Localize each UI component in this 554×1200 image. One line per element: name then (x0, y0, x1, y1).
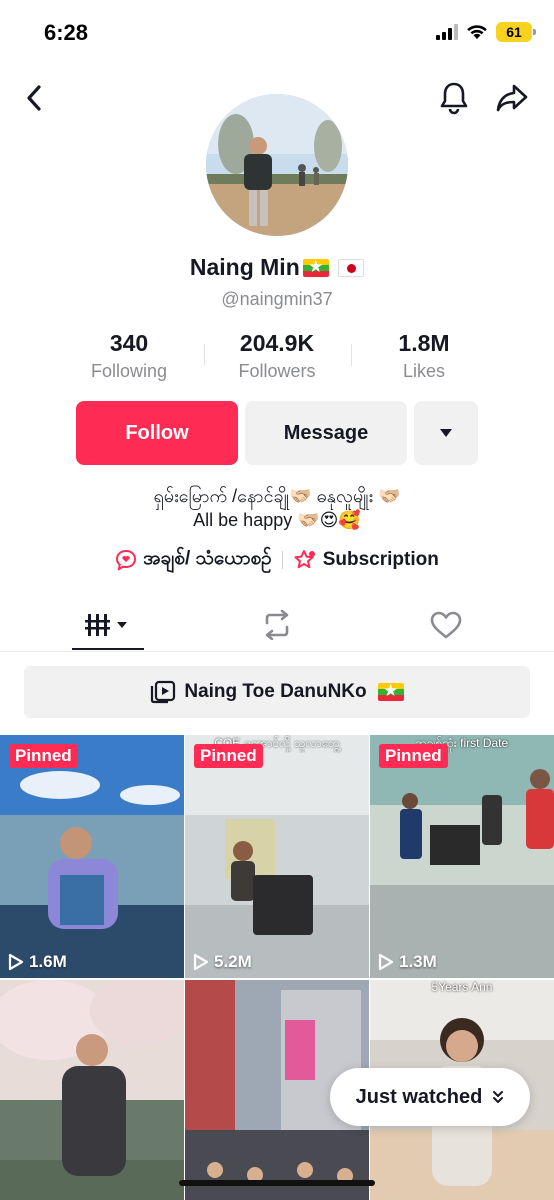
profile-name-row: Naing Min (0, 254, 554, 281)
bio-line: ရှမ်းမြောက် /နောင်ချို🫱🏻‍🫲🏼 ဓနုလူမျိုး 🫱… (153, 486, 401, 506)
view-count-value: 5.2M (214, 952, 252, 971)
view-count: 1.3M (378, 952, 437, 972)
back-button[interactable] (14, 78, 54, 118)
japan-flag-icon (338, 259, 365, 277)
notification-button[interactable] (434, 78, 474, 118)
tab-liked[interactable] (371, 598, 521, 652)
video-thumbnail[interactable]: Pinned 1.6M (0, 735, 184, 978)
stat-label: Followers (238, 361, 316, 381)
view-count-value: 1.6M (29, 952, 67, 971)
tab-videos[interactable] (33, 598, 183, 652)
stat-value: 204.9K (239, 330, 315, 356)
repost-icon (265, 610, 289, 640)
thumbnail-image (370, 735, 554, 978)
profile-bio: ရှမ်းမြောက် /နောင်ချို🫱🏻‍🫲🏼 ဓနုလူမျိုး 🫱… (0, 484, 554, 532)
play-icon (8, 953, 24, 971)
tab-reposts[interactable] (202, 598, 352, 652)
video-thumbnail[interactable] (0, 980, 184, 1200)
play-icon (378, 953, 394, 971)
video-thumbnail[interactable]: COE ရအောင်လို့ သူလာတွေ့ Pinned 5.2M (185, 735, 369, 978)
profile-avatar[interactable] (206, 94, 348, 236)
pinned-badge: Pinned (194, 744, 263, 768)
link-label: Subscription (322, 549, 439, 570)
view-count-value: 1.3M (399, 952, 437, 971)
active-tab-indicator (72, 648, 144, 650)
subscription-star-icon (294, 550, 315, 569)
avatar-photo (206, 94, 348, 236)
status-time: 6:28 (44, 20, 89, 45)
pinned-badge: Pinned (379, 744, 448, 768)
link-relationship[interactable]: အချစ်/ သံယောစဉ် (115, 546, 272, 574)
bio-line: All be happy 🫱🏻‍🫲🏼😍🥰 (193, 510, 361, 530)
thumbnail-image (0, 980, 184, 1200)
myanmar-flag-icon (377, 683, 404, 701)
playlist-label: Naing Toe DanuNKo (184, 681, 367, 702)
home-indicator[interactable] (179, 1180, 375, 1186)
link-subscription[interactable]: Subscription (293, 549, 439, 571)
myanmar-flag-icon (302, 259, 329, 277)
pinned-badge: Pinned (9, 744, 78, 768)
content-tabs (0, 598, 554, 652)
stat-likes[interactable]: 1.8M Likes (349, 330, 499, 382)
profile-links: အချစ်/ သံယောစဉ် Subscription (0, 546, 554, 574)
stat-following[interactable]: 340 Following (54, 330, 204, 382)
just-watched-label: Just watched (355, 1085, 483, 1108)
share-arrow-icon (496, 84, 528, 112)
stat-label: Likes (402, 361, 446, 381)
caret-down-icon (440, 429, 452, 437)
battery-indicator: 61 (496, 22, 536, 42)
view-count: 5.2M (193, 952, 252, 972)
profile-name: Naing Min (189, 254, 300, 280)
profile-handle: @naingmin37 (221, 289, 333, 309)
signal-icon (436, 24, 458, 40)
playlist-button[interactable]: Naing Toe DanuNKo (24, 666, 530, 718)
stat-value: 1.8M (398, 330, 450, 356)
double-chevron-down-icon (493, 1091, 504, 1103)
video-thumbnail[interactable]: အချစ်ဆုံး first Date Pinned 1.3M (370, 735, 554, 978)
chat-heart-icon (116, 549, 137, 571)
play-icon (193, 953, 209, 971)
videos-grid-icon (85, 614, 127, 636)
link-separator (281, 551, 283, 569)
more-options-button[interactable] (414, 401, 478, 465)
message-button[interactable]: Message (245, 401, 407, 465)
heart-icon (430, 611, 462, 639)
status-bar: 6:28 61 (0, 0, 554, 66)
link-label: အချစ်/ သံယောစဉ် (143, 548, 272, 569)
stat-followers[interactable]: 204.9K Followers (202, 330, 352, 382)
view-count: 1.6M (8, 952, 67, 972)
status-icons: 61 (436, 22, 536, 42)
stat-label: Following (90, 361, 168, 381)
bell-icon (440, 82, 468, 115)
profile-stats: 340 Following 204.9K Followers 1.8M Like… (0, 330, 554, 382)
playlist-icon (151, 680, 176, 704)
follow-button[interactable]: Follow (76, 401, 238, 465)
share-button[interactable] (492, 78, 532, 118)
thumbnail-image (0, 735, 184, 978)
video-caption: 5Years Ann (431, 980, 493, 994)
chevron-left-icon (27, 85, 41, 111)
thumbnail-image (185, 735, 369, 978)
just-watched-button[interactable]: Just watched (330, 1068, 530, 1126)
wifi-icon (467, 25, 487, 39)
stat-value: 340 (109, 330, 149, 356)
